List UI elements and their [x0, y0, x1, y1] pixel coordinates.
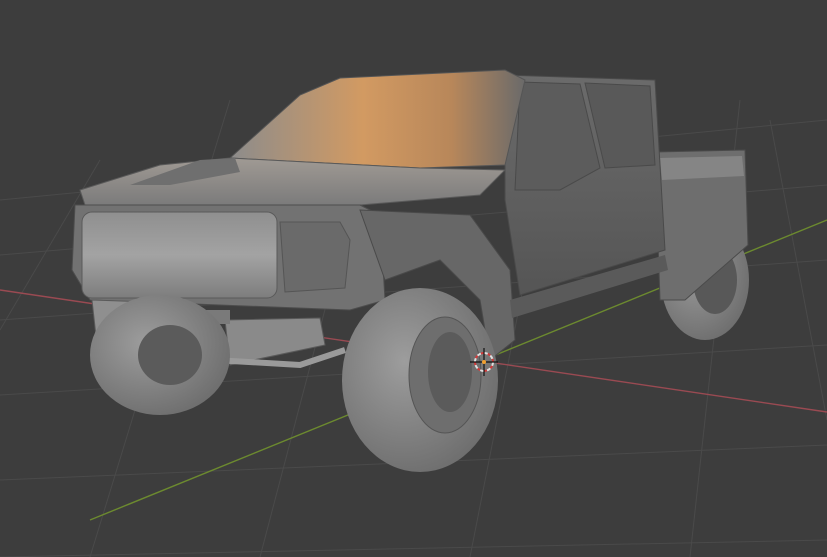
- viewport-canvas[interactable]: [0, 0, 827, 557]
- 3d-viewport[interactable]: [0, 0, 827, 557]
- front-left-tire: [90, 295, 230, 415]
- truck-roof: [228, 69, 526, 169]
- front-right-tire: [342, 288, 498, 472]
- headlight: [279, 221, 351, 293]
- truck-model[interactable]: [71, 69, 749, 472]
- front-grille: [81, 211, 278, 299]
